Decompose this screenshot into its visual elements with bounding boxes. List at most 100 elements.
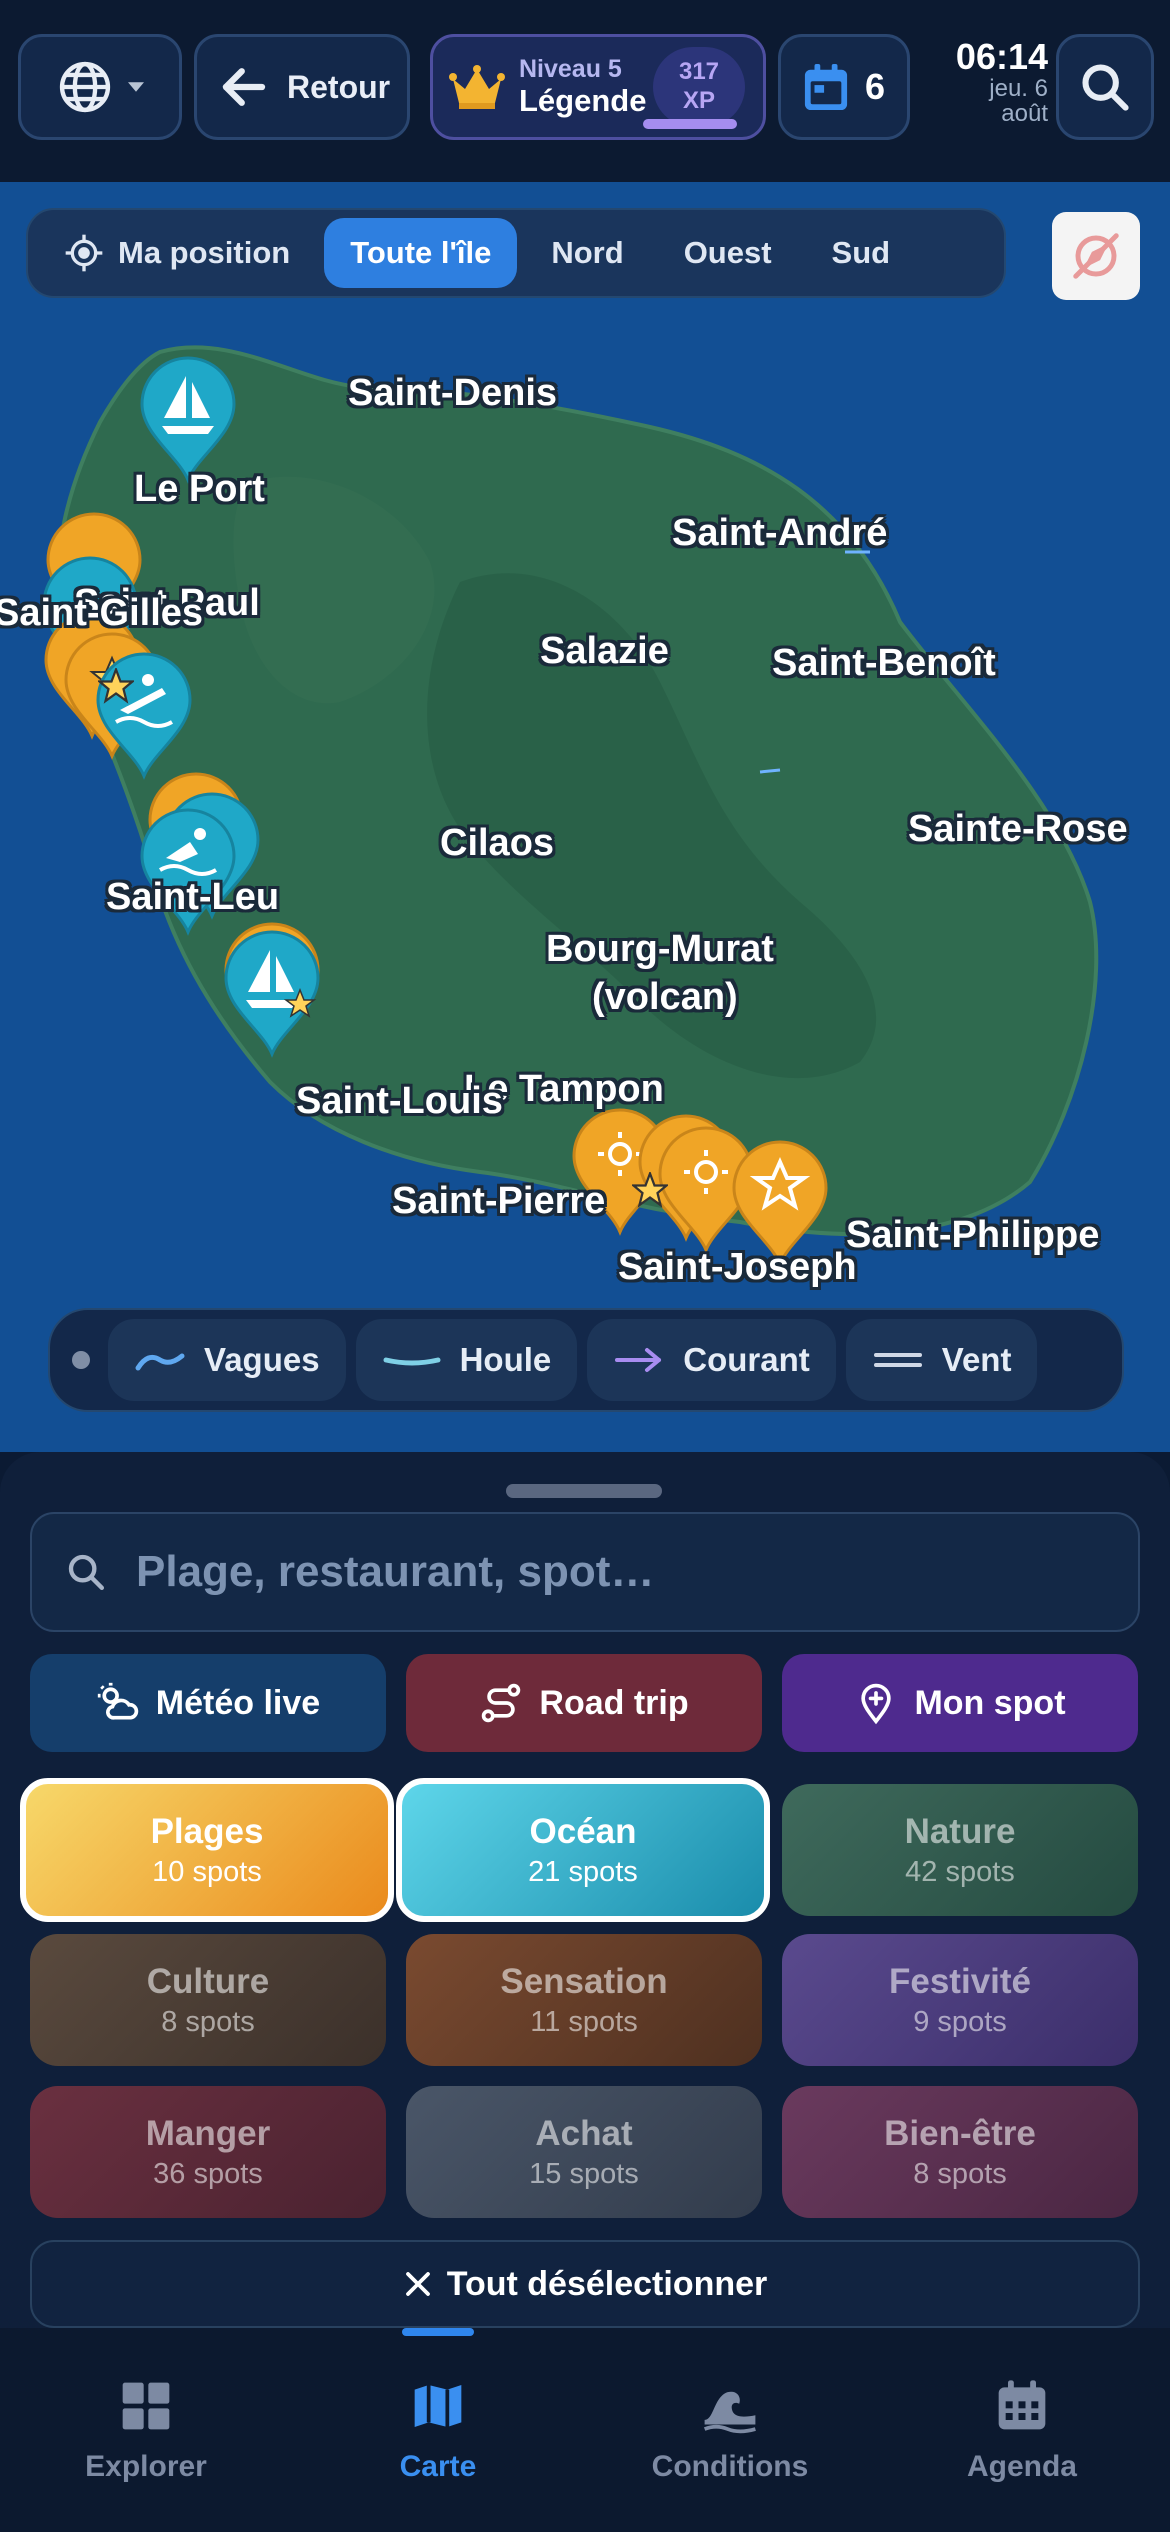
layer-label: Vent — [941, 1341, 1012, 1378]
wave-icon — [703, 2391, 756, 2434]
region-label: Sud — [831, 235, 891, 270]
category-shopping[interactable]: Achat 15 spots — [406, 2086, 762, 2218]
crosshair-icon — [65, 234, 103, 272]
layer-swell-button[interactable]: Houle — [355, 1319, 578, 1401]
category-name: Sensation — [500, 1962, 668, 2001]
globe-icon — [59, 61, 111, 113]
city-label-salazie: Salazie — [540, 630, 669, 672]
layer-waves-button[interactable]: Vagues — [108, 1319, 346, 1401]
category-nature[interactable]: Nature 42 spots — [782, 1784, 1138, 1916]
ocean-pin[interactable] — [220, 930, 324, 1058]
category-beaches[interactable]: Plages 10 spots — [20, 1778, 394, 1922]
city-label-saint-andre: Saint-André — [672, 512, 888, 554]
layer-wind-button[interactable]: Vent — [845, 1319, 1038, 1401]
level-card[interactable]: Niveau 5 Légende 317 XP — [430, 34, 766, 140]
compass-button[interactable] — [1052, 212, 1140, 300]
city-label-saint-joseph: Saint-Joseph — [618, 1246, 857, 1288]
category-name: Océan — [529, 1812, 637, 1851]
region-west[interactable]: Ouest — [658, 218, 798, 288]
calendar-icon — [998, 2380, 1046, 2430]
sheet-drag-handle[interactable] — [506, 1484, 662, 1498]
city-label-cilaos: Cilaos — [440, 822, 555, 864]
clock: 06:14 jeu. 6 août — [928, 38, 1048, 126]
xp-unit: XP — [682, 87, 715, 114]
category-name: Plages — [150, 1812, 264, 1851]
search-icon — [1082, 64, 1129, 111]
region-label: Nord — [551, 235, 624, 270]
region-my-position[interactable]: Ma position — [38, 218, 316, 288]
city-label-saint-benoit: Saint-Benoît — [772, 642, 996, 684]
category-name: Achat — [535, 2114, 633, 2153]
road-trip-button[interactable]: Road trip — [406, 1654, 762, 1752]
active-tab-indicator — [402, 2328, 474, 2336]
grid-icon — [122, 2382, 170, 2430]
chevron-down-icon — [128, 82, 144, 92]
events-count: 6 — [864, 66, 886, 107]
nav-label: Explorer — [85, 2450, 207, 2483]
layer-label: Courant — [683, 1341, 810, 1378]
calendar-icon — [804, 64, 848, 110]
search-icon — [68, 1554, 105, 1590]
category-count: 42 spots — [905, 1855, 1015, 1888]
wave-icon — [135, 1353, 185, 1371]
category-wellness[interactable]: Bien-être 8 spots — [782, 2086, 1138, 2218]
category-thrill[interactable]: Sensation 11 spots — [406, 1934, 762, 2066]
xp-progress-bar — [643, 119, 737, 129]
region-north[interactable]: Nord — [525, 218, 649, 288]
live-weather-button[interactable]: Météo live — [30, 1654, 386, 1752]
quick-action-label: Météo live — [155, 1683, 321, 1722]
category-culture[interactable]: Culture 8 spots — [30, 1934, 386, 2066]
region-label: Ma position — [118, 235, 291, 270]
category-count: 36 spots — [153, 2157, 263, 2190]
city-label-saint-leu: Saint-Leu — [106, 876, 280, 918]
category-count: 9 spots — [913, 2005, 1007, 2038]
nav-map[interactable]: Carte — [292, 2378, 584, 2484]
category-name: Culture — [146, 1962, 270, 2001]
bottom-navigation: Explorer Carte Conditions Agenda — [0, 2328, 1170, 2532]
route-icon — [482, 1683, 521, 1723]
category-food[interactable]: Manger 36 spots — [30, 2086, 386, 2218]
swell-icon — [383, 1357, 441, 1366]
quick-action-label: Road trip — [539, 1683, 689, 1722]
category-name: Festivité — [889, 1962, 1031, 2001]
layer-label: Vagues — [204, 1341, 320, 1378]
map-icon — [414, 2385, 462, 2427]
city-label-sainte-rose: Sainte-Rose — [908, 808, 1128, 850]
city-label-volcan: (volcan) — [592, 976, 738, 1018]
clock-time: 06:14 — [955, 36, 1048, 77]
quick-action-label: Mon spot — [914, 1683, 1066, 1722]
back-button[interactable]: Retour — [194, 34, 410, 140]
level-label: Niveau 5 — [519, 55, 622, 84]
layer-label: Houle — [459, 1341, 552, 1378]
close-icon — [405, 2272, 430, 2296]
category-count: 11 spots — [530, 2005, 638, 2038]
nav-label: Carte — [399, 2450, 477, 2483]
events-button[interactable]: 6 — [778, 34, 910, 140]
nav-agenda[interactable]: Agenda — [876, 2378, 1168, 2484]
crown-icon — [449, 65, 505, 109]
search-input[interactable] — [136, 1547, 1096, 1597]
region-whole-island[interactable]: Toute l'île — [324, 218, 518, 288]
search-button[interactable] — [1056, 34, 1154, 140]
filter-sheet: Météo live Road trip Mon spot Plages 10 … — [0, 1452, 1170, 2328]
clock-date-month: août — [1001, 99, 1048, 127]
nav-explorer[interactable]: Explorer — [0, 2378, 292, 2484]
top-bar: Retour Niveau 5 Légende 317 XP 6 06:14 j… — [0, 0, 1170, 182]
search-field[interactable] — [30, 1512, 1140, 1632]
map-view[interactable]: Ma position Toute l'île Nord Ouest Sud S… — [0, 182, 1170, 1452]
category-count: 8 spots — [913, 2157, 1007, 2190]
layer-status-dot — [72, 1351, 90, 1369]
city-label-saint-louis: Saint-Louis — [296, 1080, 503, 1122]
region-south[interactable]: Sud — [806, 218, 917, 288]
category-festivities[interactable]: Festivité 9 spots — [782, 1934, 1138, 2066]
city-label-saint-denis: Saint-Denis — [348, 372, 558, 414]
category-ocean[interactable]: Océan 21 spots — [396, 1778, 770, 1922]
deselect-all-button[interactable]: Tout désélectionner — [30, 2240, 1140, 2328]
wind-icon — [873, 1353, 922, 1367]
ocean-pin[interactable] — [136, 356, 240, 484]
language-button[interactable] — [18, 34, 182, 140]
sun-cloud-icon — [97, 1682, 138, 1720]
layer-current-button[interactable]: Courant — [587, 1319, 836, 1401]
nav-conditions[interactable]: Conditions — [584, 2378, 876, 2484]
my-spot-button[interactable]: Mon spot — [782, 1654, 1138, 1752]
